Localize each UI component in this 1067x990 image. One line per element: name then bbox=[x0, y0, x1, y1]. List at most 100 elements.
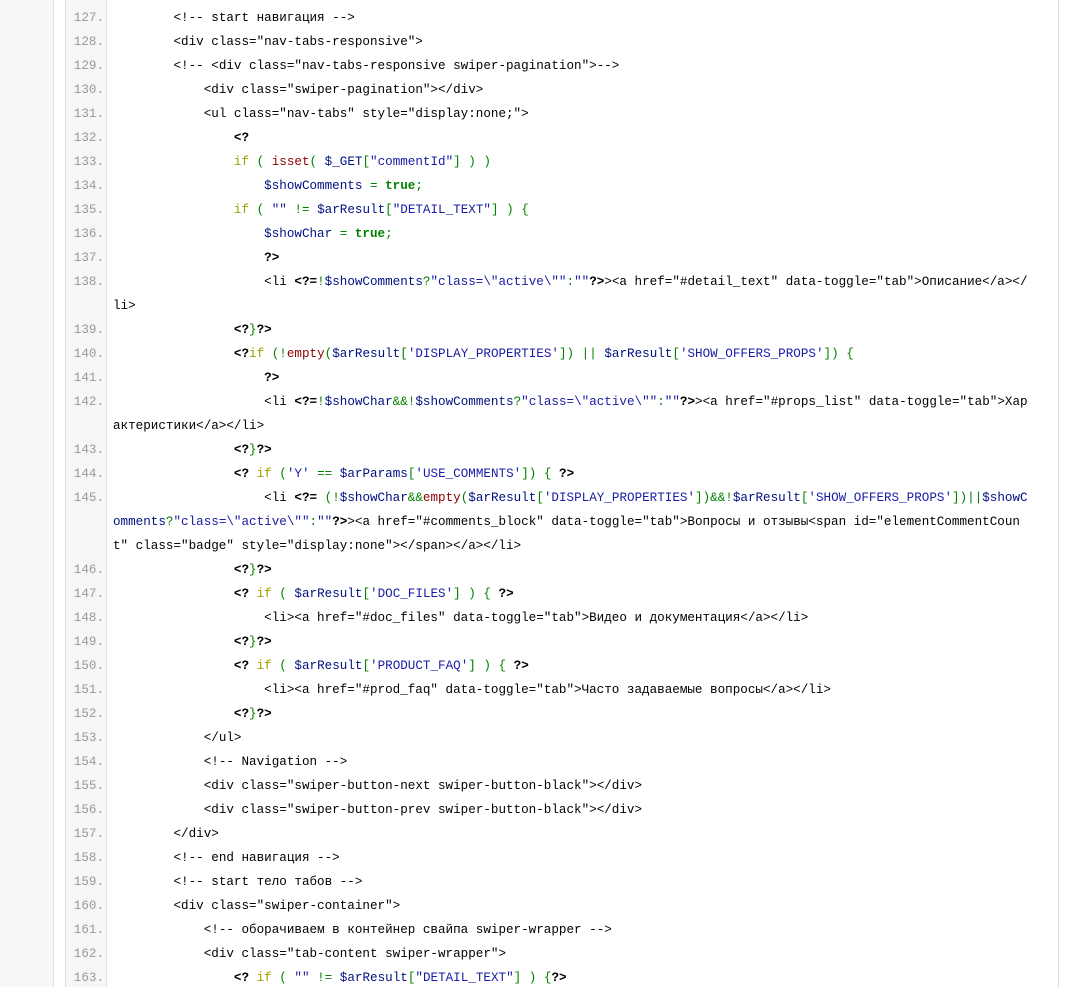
code-line: 139. <?}?> bbox=[66, 318, 1056, 342]
code-line: 161. <!-- оборачиваем в контейнер свайпа… bbox=[66, 918, 1056, 942]
code-token: ?> bbox=[264, 371, 280, 385]
code-token: <? bbox=[233, 971, 250, 985]
code-token: [ bbox=[400, 347, 408, 361]
code-token: ) bbox=[483, 155, 491, 169]
code-token: { bbox=[498, 659, 507, 673]
code-token: 'SHOW_OFFERS_PROPS' bbox=[808, 491, 953, 505]
code-token: : bbox=[309, 515, 318, 529]
code-token: "" bbox=[271, 203, 287, 217]
code-token: (! bbox=[324, 491, 340, 505]
code-line: 132. <? bbox=[66, 126, 1056, 150]
code-token: "" bbox=[664, 395, 680, 409]
code-line: 131. <ul class="nav-tabs" style="display… bbox=[66, 102, 1056, 126]
code-text: </ul> bbox=[106, 726, 1056, 750]
code-token: $_GET bbox=[324, 155, 363, 169]
code-block: 127. <!-- start навигация --> 128. <div c… bbox=[66, 6, 1056, 990]
code-token: ?> bbox=[256, 563, 272, 577]
line-number: 137. bbox=[73, 251, 104, 265]
code-token: ( bbox=[309, 155, 318, 169]
code-line: 150. <? if ( $arResult['PRODUCT_FAQ'] ) … bbox=[66, 654, 1056, 678]
code-token: ( bbox=[279, 467, 287, 481]
code-text: <li><a href="#doc_files" data-toggle="ta… bbox=[106, 606, 1056, 630]
line-number: 151. bbox=[73, 683, 104, 697]
code-line: 138. <li <?=!$showComments?"class=\"acti… bbox=[66, 270, 1056, 318]
code-token: ( bbox=[279, 659, 287, 673]
code-token: } bbox=[249, 443, 257, 457]
code-token: <? bbox=[233, 563, 250, 577]
code-token: ?> bbox=[264, 251, 280, 265]
code-token: <!-- start навигация --> bbox=[173, 11, 355, 25]
code-token: </div> bbox=[173, 827, 219, 841]
code-line: 128. <div class="nav-tabs-responsive"> bbox=[66, 30, 1056, 54]
code-token: "DETAIL_TEXT" bbox=[392, 203, 491, 217]
code-line: 160. <div class="swiper-container"> bbox=[66, 894, 1056, 918]
code-text: <div class="swiper-container"> bbox=[106, 894, 1056, 918]
line-number: 144. bbox=[73, 467, 104, 481]
code-token: ]) bbox=[823, 347, 839, 361]
code-token: <!-- оборачиваем в контейнер свайпа swip… bbox=[203, 923, 612, 937]
code-line: 134. $showComments = true; bbox=[66, 174, 1056, 198]
code-text: <? if ('Y' == $arParams['USE_COMMENTS'])… bbox=[106, 462, 1056, 486]
line-number: 148. bbox=[73, 611, 104, 625]
code-token: <? bbox=[233, 443, 250, 457]
code-text: <? bbox=[106, 126, 1056, 150]
code-token: ] bbox=[453, 155, 461, 169]
code-token: "class=\"active\"" bbox=[430, 275, 567, 289]
code-line: 155. <div class="swiper-button-next swip… bbox=[66, 774, 1056, 798]
code-token: $arResult bbox=[332, 347, 401, 361]
code-token: 'Y' bbox=[286, 467, 310, 481]
code-line: 142. <li <?=!$showChar&&!$showComments?"… bbox=[66, 390, 1056, 438]
code-token: if bbox=[256, 587, 272, 601]
line-number: 153. bbox=[73, 731, 104, 745]
code-text: $showComments = true; bbox=[106, 174, 1056, 198]
code-text: <!-- <div class="nav-tabs-responsive swi… bbox=[106, 54, 1056, 78]
line-number: 160. bbox=[73, 899, 104, 913]
code-token: ; bbox=[415, 179, 423, 193]
code-token: true bbox=[385, 179, 416, 193]
line-number: 135. bbox=[73, 203, 104, 217]
line-number: 129. bbox=[73, 59, 104, 73]
code-token: "class=\"active\"" bbox=[521, 395, 658, 409]
code-token: <? bbox=[233, 467, 250, 481]
code-text: <?}?> bbox=[106, 702, 1056, 726]
code-text: <li <?=!$showChar&&!$showComments?"class… bbox=[106, 390, 1056, 438]
code-line: 156. <div class="swiper-button-prev swip… bbox=[66, 798, 1056, 822]
code-token: && bbox=[407, 491, 423, 505]
line-number: 133. bbox=[73, 155, 104, 169]
code-token: { bbox=[483, 587, 491, 601]
code-line: 159. <!-- start тело табов --> bbox=[66, 870, 1056, 894]
code-text: ?> bbox=[106, 246, 1056, 270]
code-text: <? if ( $arResult['DOC_FILES'] ) { ?> bbox=[106, 582, 1056, 606]
line-number: 143. bbox=[73, 443, 104, 457]
line-number: 136. bbox=[73, 227, 104, 241]
code-token: empty bbox=[286, 347, 325, 361]
code-line: 153. </ul> bbox=[66, 726, 1056, 750]
code-text: if ( isset( $_GET["commentId"] ) ) bbox=[106, 150, 1056, 174]
code-token: $arResult bbox=[294, 587, 363, 601]
line-number: 145. bbox=[73, 491, 104, 505]
code-token: <li><a href="#doc_files" data-toggle="ta… bbox=[264, 611, 809, 625]
left-margin bbox=[0, 0, 54, 987]
code-token: <div class="tab-content swiper-wrapper"> bbox=[203, 947, 507, 961]
code-token: ! bbox=[317, 395, 325, 409]
code-token: $showComments bbox=[264, 179, 363, 193]
line-number: 134. bbox=[73, 179, 104, 193]
code-line: 141. ?> bbox=[66, 366, 1056, 390]
code-text: <!-- start навигация --> bbox=[106, 6, 1056, 30]
code-token: ! bbox=[317, 275, 325, 289]
line-number: 132. bbox=[73, 131, 104, 145]
code-token: ) bbox=[468, 155, 476, 169]
code-token: <div class="swiper-button-prev swiper-bu… bbox=[203, 803, 643, 817]
code-token: ) bbox=[483, 659, 491, 673]
code-token: ) bbox=[468, 587, 476, 601]
code-text: <li <?=!$showComments?"class=\"active\""… bbox=[106, 270, 1056, 318]
